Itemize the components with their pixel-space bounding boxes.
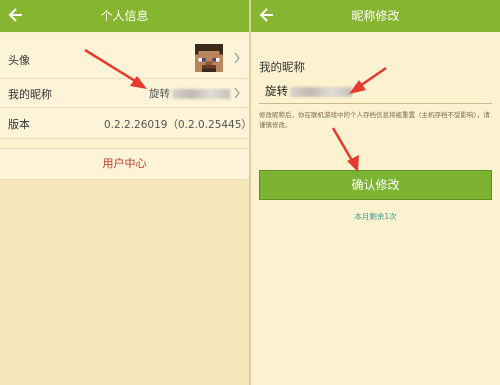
version-label: 版本 [8, 118, 30, 131]
blurred-text [290, 86, 352, 97]
page-title: 昵称修改 [351, 9, 400, 23]
blurred-text [172, 89, 230, 99]
version-row: 版本 0.2.2.26019（0.2.0.25445） [0, 108, 249, 139]
nickname-field-label: 我的昵称 [259, 60, 305, 74]
chevron-right-icon [234, 52, 240, 64]
confirm-button[interactable]: 确认修改 [259, 170, 492, 200]
chevron-right-icon [234, 87, 240, 99]
avatar-label: 头像 [8, 54, 30, 67]
warning-note: 修改昵称后，你在联机游戏中的个人存档信息将被重置（主机存档不受影响），请谨慎修改… [259, 111, 490, 129]
page-title: 个人信息 [100, 9, 149, 23]
nickname-edit-screen: 昵称修改 我的昵称 旋转 修改昵称后，你在联机游戏中的个人存档信息将被重置（主机… [251, 0, 500, 385]
header-bar: 个人信息 [0, 0, 249, 32]
avatar-row[interactable]: 头像 [0, 38, 249, 79]
version-value: 0.2.2.26019（0.2.0.25445） [104, 119, 249, 131]
header-bar: 昵称修改 [251, 0, 500, 32]
nickname-label: 我的昵称 [8, 88, 52, 101]
background-area [0, 180, 249, 385]
nickname-value: 旋转 [149, 86, 230, 101]
user-center-button[interactable]: 用户中心 [0, 148, 249, 180]
nickname-row[interactable]: 我的昵称 旋转 [0, 79, 249, 108]
profile-screen: 个人信息 头像 我的昵称 旋转 版本 0.2.2.26019（0.2.0.254… [0, 0, 249, 385]
nickname-input[interactable]: 旋转 [259, 79, 492, 104]
nickname-input-value: 旋转 [265, 83, 352, 99]
remaining-count: 本月剩余1次 [354, 212, 397, 221]
avatar [195, 44, 223, 72]
